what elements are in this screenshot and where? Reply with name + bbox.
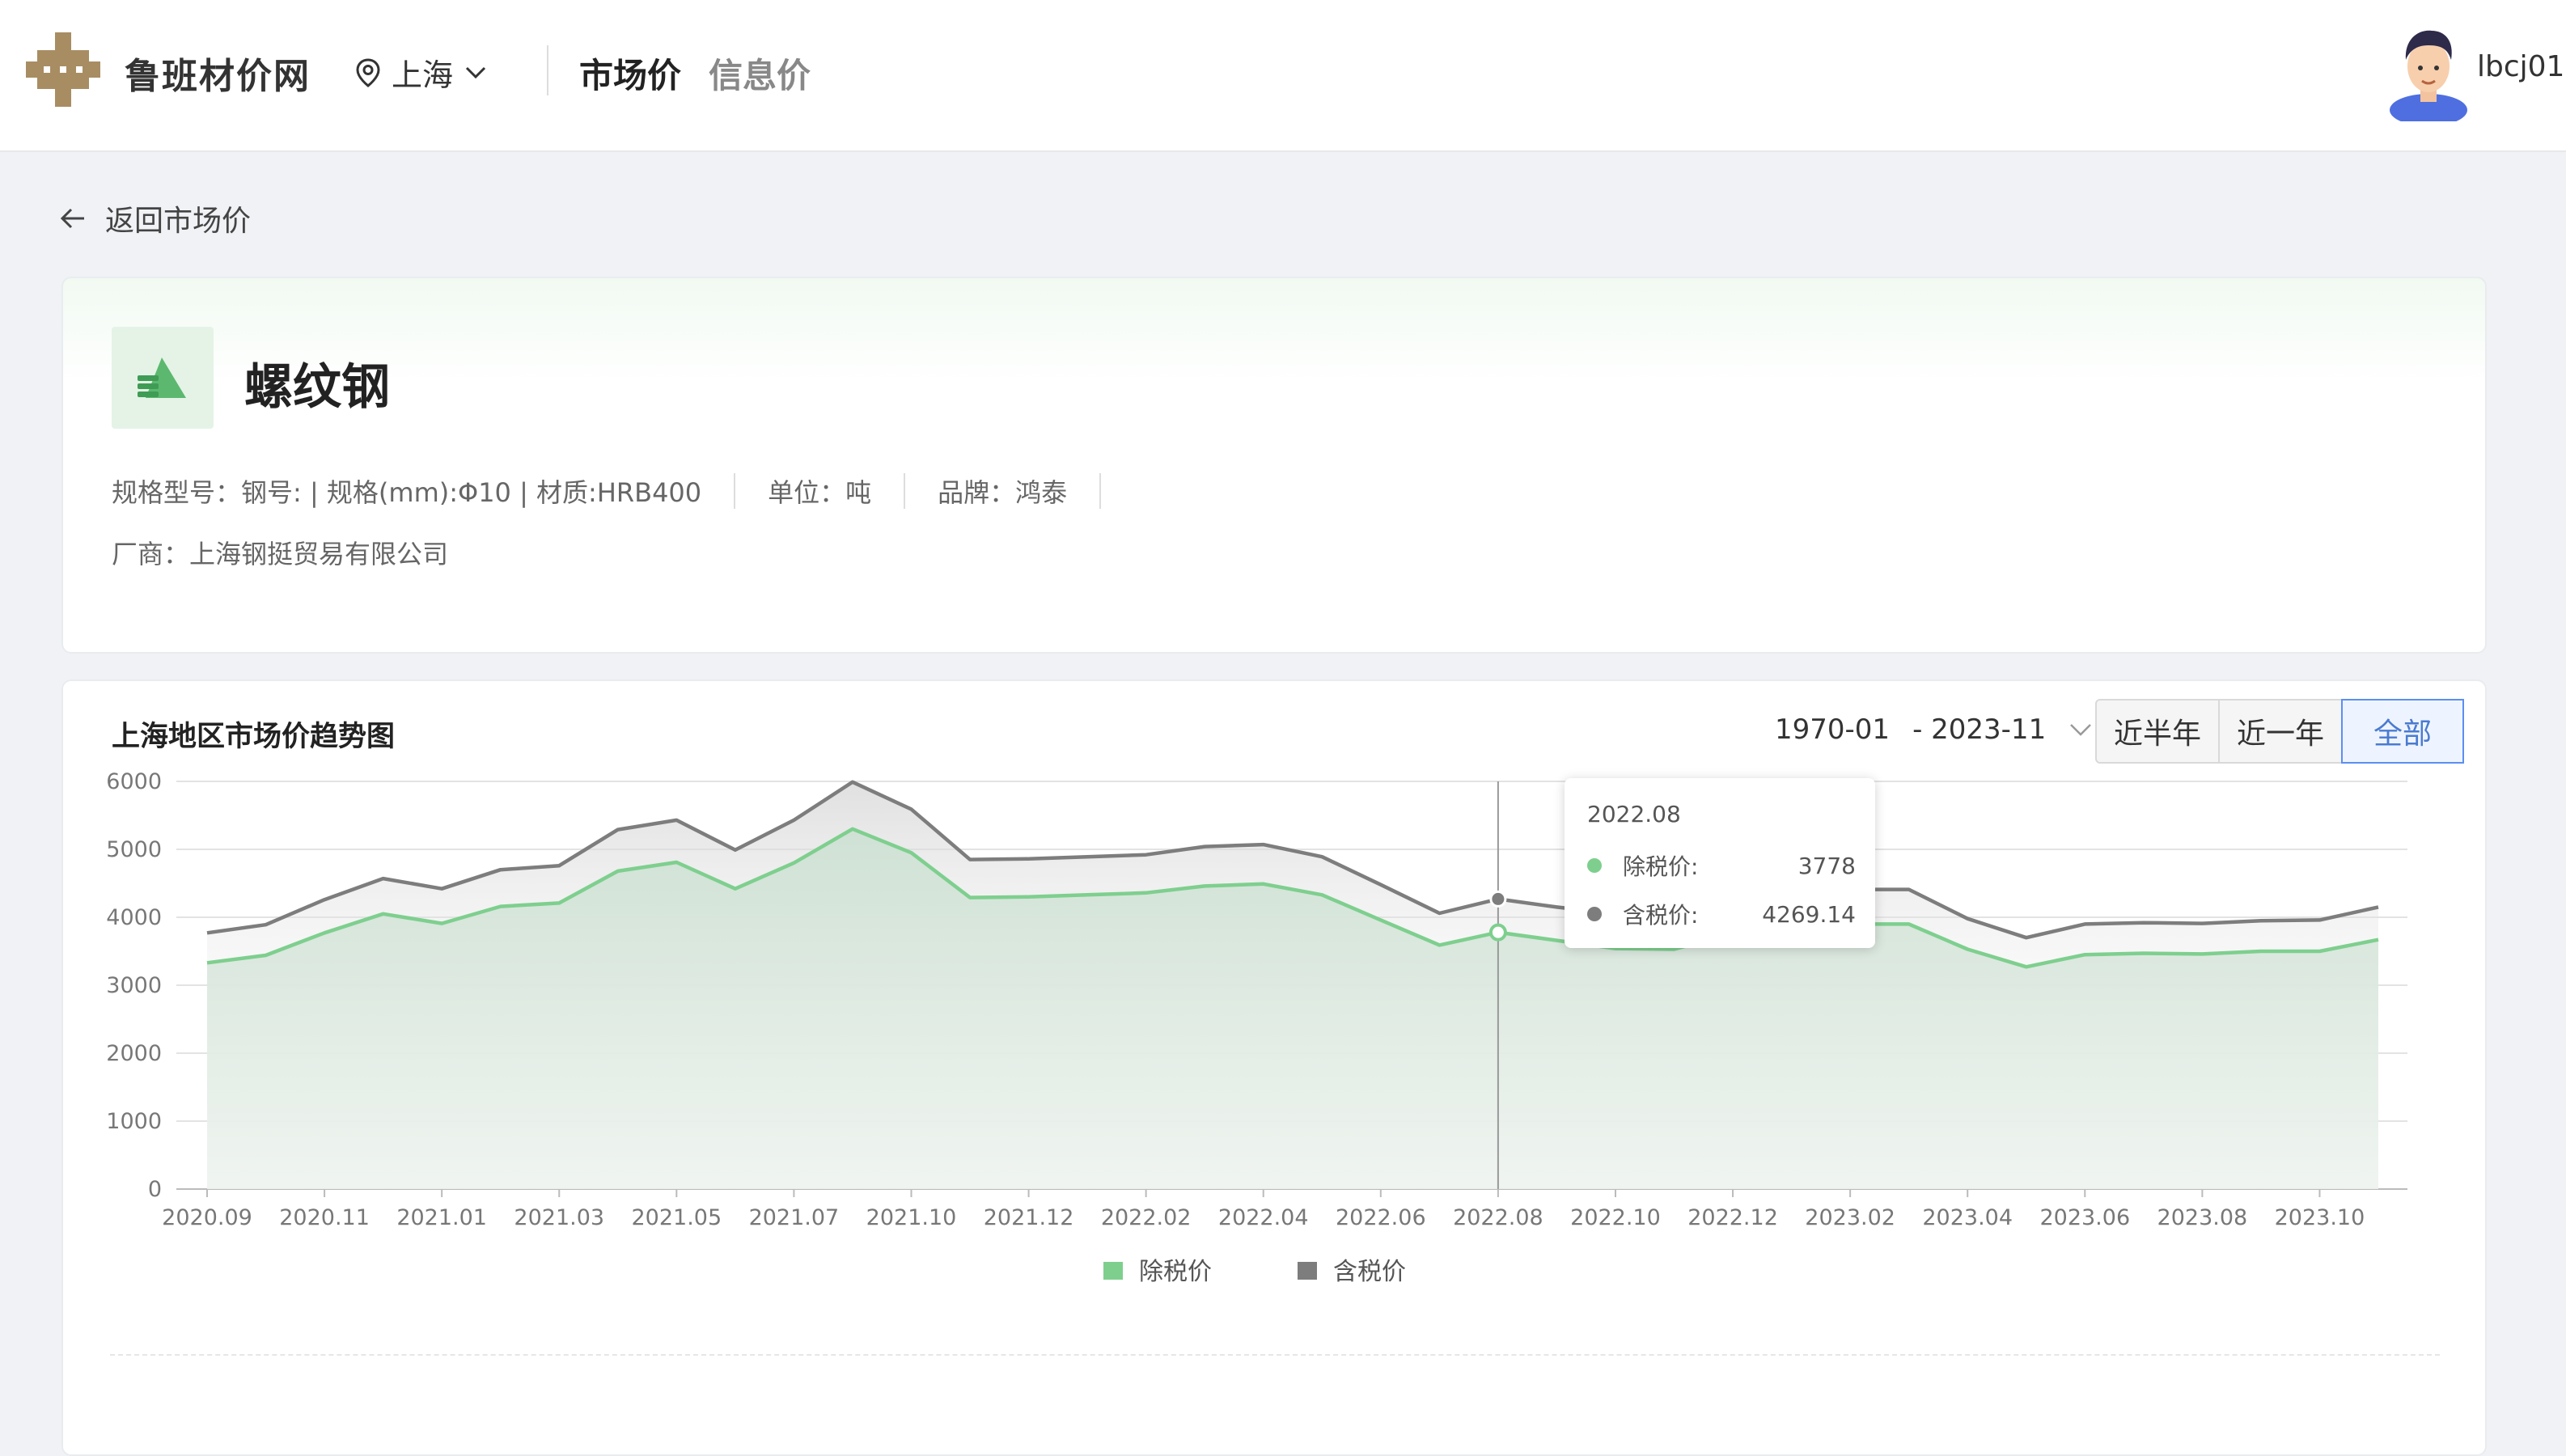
- tooltip-row-ex-tax: 除税价: 3778: [1587, 849, 1856, 882]
- x-tick-label: 2022.10: [1570, 1205, 1661, 1230]
- x-tick-label: 2021.03: [514, 1205, 604, 1230]
- legend-inc-tax-swatch: [1298, 1262, 1317, 1280]
- tooltip-value: 3778: [1797, 852, 1856, 879]
- inc-tax-dot-icon: [1587, 907, 1602, 921]
- x-tick-label: 2020.09: [162, 1205, 252, 1230]
- x-tick-label: 2022.06: [1336, 1205, 1426, 1230]
- x-tick-label: 2021.10: [866, 1205, 957, 1230]
- y-tick-label: 0: [148, 1177, 162, 1202]
- tooltip-label: 除税价:: [1623, 853, 1699, 880]
- x-tick-label: 2023.10: [2275, 1205, 2365, 1230]
- price-trend-chart: 0 1000 2000 3000 4000 5000 6000 2020.09 2020.11 2…: [106, 769, 2407, 1286]
- tooltip-row-inc-tax: 含税价: 4269.14: [1587, 898, 1856, 930]
- x-tick-label: 2022.08: [1453, 1205, 1543, 1230]
- x-tick-label: 2022.04: [1218, 1205, 1309, 1230]
- x-tick-label: 2022.12: [1687, 1205, 1778, 1230]
- chart-tooltip: 2022.08 除税价: 3778 含税价: 4269.14: [1565, 778, 1875, 948]
- x-tick-label: 2023.08: [2157, 1205, 2248, 1230]
- legend-ex-tax-label: 除税价: [1139, 1258, 1212, 1286]
- y-tick-label: 2000: [106, 1041, 162, 1066]
- tooltip-title: 2022.08: [1587, 801, 1681, 827]
- y-tick-label: 1000: [106, 1109, 162, 1134]
- x-tick-label: 2021.12: [984, 1205, 1074, 1230]
- y-tick-label: 4000: [106, 905, 162, 930]
- x-tick-label: 2021.07: [749, 1205, 840, 1230]
- ex-tax-dot-icon: [1587, 858, 1602, 873]
- legend-ex-tax-swatch: [1103, 1262, 1123, 1280]
- x-tick-label: 2023.04: [1922, 1205, 2013, 1230]
- x-tick-label: 2020.11: [279, 1205, 370, 1230]
- ex-tax-highlight-point: [1488, 923, 1507, 942]
- x-tick-label: 2021.05: [631, 1205, 722, 1230]
- inc-tax-highlight-point: [1489, 890, 1507, 908]
- x-tick-label: 2023.02: [1805, 1205, 1895, 1230]
- y-tick-label: 3000: [106, 973, 162, 998]
- legend-inc-tax-label: 含税价: [1333, 1258, 1406, 1286]
- x-tick-label: 2023.06: [2039, 1205, 2130, 1230]
- y-tick-label: 5000: [106, 837, 162, 862]
- x-tick-label: 2022.02: [1101, 1205, 1192, 1230]
- tooltip-label: 含税价:: [1623, 902, 1699, 929]
- tooltip-value: 4269.14: [1762, 900, 1856, 928]
- x-tick-label: 2021.01: [396, 1205, 487, 1230]
- y-tick-label: 6000: [106, 769, 162, 794]
